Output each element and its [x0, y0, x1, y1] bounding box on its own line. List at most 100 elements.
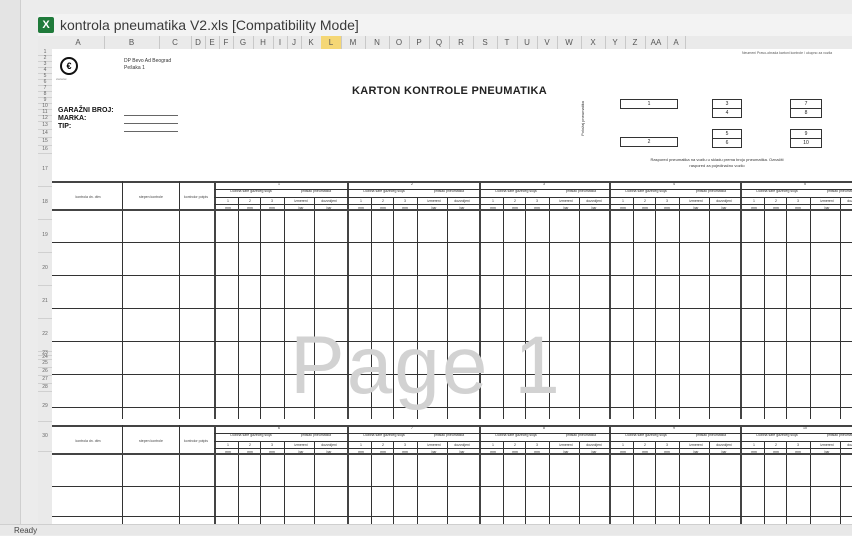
sub-column-header: 3 — [404, 443, 406, 447]
table-row[interactable] — [52, 486, 852, 487]
sub-column-header: 3 — [271, 443, 273, 447]
label-type: TIP: — [58, 123, 72, 130]
sub-column-header: 1 — [753, 443, 755, 447]
sub-column-header: 3 — [666, 443, 668, 447]
column-header-a[interactable]: A — [667, 36, 686, 49]
column-header-a[interactable]: A — [52, 36, 105, 49]
col-signature-header: kontrolor potpis — [184, 195, 208, 199]
sub-column-header: 2 — [249, 199, 251, 203]
row-header-bar[interactable]: 1 2 3 4 5 6 7 8 9 10 11 12 13 14 15 16 17 18 19 20 21 22 23 24 2… — [38, 49, 53, 524]
column-header-d[interactable]: D — [191, 36, 206, 49]
column-header-q[interactable]: Q — [429, 36, 450, 49]
group-number: 5 — [804, 182, 806, 186]
column-header-b[interactable]: B — [104, 36, 160, 49]
column-header-u[interactable]: U — [517, 36, 538, 49]
row-header-21[interactable]: 21 — [38, 285, 52, 319]
sheet-title: KARTON KONTROLE PNEUMATIKA — [352, 85, 547, 97]
column-header-r[interactable]: R — [449, 36, 474, 49]
sub-column-header: izmereni — [294, 199, 308, 203]
sub-column-header: 1 — [753, 199, 755, 203]
sub-column-header: 2 — [514, 443, 516, 447]
sub-column-header: dozvoljeni — [716, 443, 732, 447]
sub-column-header: izmereni — [689, 443, 703, 447]
row-header-22[interactable]: 22 — [38, 318, 52, 352]
sub-column-header: izmereni — [559, 199, 573, 203]
tire-position-box: 8 — [790, 108, 822, 118]
column-header-c[interactable]: C — [159, 36, 192, 49]
sub-column-header: 3 — [404, 199, 406, 203]
header-bottom-line — [52, 453, 852, 455]
table-row[interactable] — [52, 275, 852, 276]
sub-column-header: 1 — [360, 199, 362, 203]
sub-column-header: izmereni — [427, 199, 441, 203]
company-info: DP Bevo Ad Beograd Pešaka 1 — [124, 58, 171, 72]
table-row[interactable] — [52, 516, 852, 517]
sub-column-header: 1 — [622, 443, 624, 447]
sub-column-header: 2 — [775, 443, 777, 447]
table-row[interactable] — [52, 308, 852, 309]
column-header-z[interactable]: Z — [625, 36, 646, 49]
row-header-17[interactable]: 17 — [38, 153, 52, 187]
sub-column-header: 1 — [492, 199, 494, 203]
column-header-i[interactable]: I — [273, 36, 288, 49]
column-header-t[interactable]: T — [497, 36, 518, 49]
column-header-s[interactable]: S — [473, 36, 498, 49]
row-header-20[interactable]: 20 — [38, 252, 52, 286]
sub-column-header: dozvoljeni — [321, 443, 337, 447]
column-header-p[interactable]: P — [409, 36, 430, 49]
column-header-x[interactable]: X — [581, 36, 606, 49]
column-header-o[interactable]: O — [389, 36, 410, 49]
sub-column-header: izmereni — [820, 199, 834, 203]
position-vertical-label: Položaj pneumatika — [580, 101, 585, 136]
column-header-n[interactable]: N — [365, 36, 390, 49]
sub-column-header: dozvoljeni — [321, 199, 337, 203]
garage-input-line[interactable] — [124, 115, 178, 116]
column-header-e[interactable]: E — [205, 36, 220, 49]
column-header-k[interactable]: K — [301, 36, 322, 49]
excel-icon: X — [38, 17, 54, 33]
sub-column-header: 1 — [360, 443, 362, 447]
column-header-f[interactable]: F — [219, 36, 234, 49]
company-logo-icon: € — [60, 57, 78, 75]
column-header-j[interactable]: J — [287, 36, 302, 49]
column-header-w[interactable]: W — [557, 36, 582, 49]
table-row[interactable] — [52, 374, 852, 375]
column-header-g[interactable]: G — [233, 36, 254, 49]
group-number: 4 — [673, 182, 675, 186]
table-row[interactable] — [52, 242, 852, 243]
sub-column-header: izmereni — [689, 199, 703, 203]
row-header-19[interactable]: 19 — [38, 219, 52, 253]
column-header-l[interactable]: L — [321, 36, 342, 49]
column-header-h[interactable]: H — [253, 36, 274, 49]
brand-input-line[interactable] — [124, 123, 178, 124]
table-divider — [122, 425, 123, 524]
header-bottom-line — [52, 209, 852, 211]
sub-column-header: dozvoljeni — [847, 443, 852, 447]
col-tread-header: stepen kontrole — [139, 439, 163, 443]
row-header-18[interactable]: 18 — [38, 186, 52, 220]
sub-column-header: dozvoljeni — [586, 199, 602, 203]
sub-column-header: dozvoljeni — [586, 443, 602, 447]
label-brand: MARKA: — [58, 115, 87, 122]
group-number: 3 — [543, 182, 545, 186]
tire-position-box: 10 — [790, 138, 822, 148]
group-divider — [347, 425, 349, 524]
row-header-29[interactable]: 29 — [38, 391, 52, 422]
column-header-bar[interactable]: A B C D E F G H I J K L M N O P Q R S T U V W X Y Z AA A — [38, 36, 852, 50]
col-date-header: kontrola dn. dtm — [75, 195, 101, 199]
column-header-y[interactable]: Y — [605, 36, 626, 49]
sub-column-header: izmereni — [294, 443, 308, 447]
type-input-line[interactable] — [124, 131, 178, 132]
table-top-border — [52, 425, 852, 427]
row-header-30[interactable]: 30 — [38, 421, 52, 452]
column-header-aa[interactable]: AA — [645, 36, 668, 49]
column-header-v[interactable]: V — [537, 36, 558, 49]
sub-column-header: 1 — [492, 443, 494, 447]
worksheet-page[interactable]: € xxxxxxx DP Bevo Ad Beograd Pešaka 1 Ne… — [52, 49, 852, 524]
table-row[interactable] — [52, 407, 852, 408]
label-garage-number: GARAŽNI BROJ: — [58, 107, 114, 114]
unit-line — [214, 204, 852, 205]
column-header-m[interactable]: M — [341, 36, 366, 49]
tire-position-box: 6 — [712, 138, 742, 148]
table-row[interactable] — [52, 341, 852, 342]
